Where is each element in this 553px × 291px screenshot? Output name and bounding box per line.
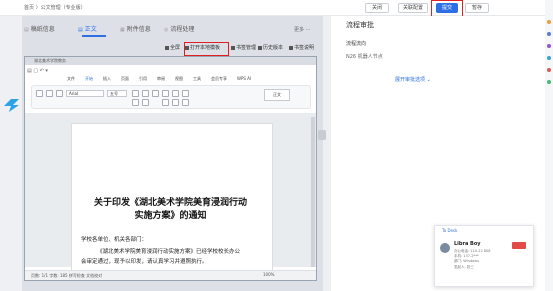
bookmark-desc-label: 书签说明 [294, 45, 315, 51]
contact-card-popup [434, 225, 534, 287]
app-shortcut-icon[interactable] [547, 68, 551, 72]
popup-header: To Desk [442, 228, 458, 233]
app-shortcut-icon[interactable] [547, 56, 551, 60]
attachment-icon: ▦ [120, 27, 125, 33]
flow-direction-label: 流程流向 [346, 41, 367, 47]
fullscreen-label: 全屏 [170, 45, 181, 51]
doc-title-line2: 实施方案》的通知 [134, 211, 207, 221]
tab-label: 附件信息 [126, 26, 151, 33]
expand-options-link[interactable]: 展开审批选项 ⌄ [395, 76, 431, 83]
ribbon-tab-references[interactable]: 引用 [139, 76, 147, 82]
underline-icon[interactable] [152, 90, 159, 97]
doc-paragraph: 会审定通过，现予以印发，请认真学习并遵照执行。 [81, 259, 208, 265]
paste-icon[interactable] [36, 90, 43, 97]
zoom-level[interactable]: 100% [263, 272, 274, 277]
paragraph-style-select[interactable]: 正文 [264, 89, 290, 101]
align-left-icon[interactable] [162, 99, 169, 106]
doc-salutation: 学校各单位、机关各部门： [81, 237, 148, 243]
app-shortcut-icon[interactable] [547, 80, 551, 84]
tab-bar: ▤ 稿纸信息 ▤ 正文 ▦ 附件信息 ◎ 流程处理 [24, 24, 318, 37]
history-label: 历史版本 [263, 45, 284, 51]
bookmark-manage-label: 书签管理 [236, 45, 257, 51]
bookmark-manage-button[interactable]: 书签管理 [231, 44, 256, 51]
ribbon-tab-member[interactable]: 会员专享 [211, 76, 227, 82]
document-editor-window: 湖北美术学院教务 ▤ ▢ ↶ ▾ 文件 开始 插入 页面 引用 审阅 视图 工具… [24, 56, 317, 281]
ribbon-tab-tools[interactable]: 工具 [193, 76, 201, 82]
send-message-button[interactable] [512, 242, 526, 249]
ribbon-tab-page[interactable]: 页面 [121, 76, 129, 82]
close-button[interactable]: 关闭 [365, 3, 389, 13]
highlight-icon[interactable] [142, 99, 149, 106]
contact-detail: 发起人: 张三 [454, 265, 474, 269]
bold-icon[interactable] [132, 90, 139, 97]
cut-icon[interactable] [46, 90, 53, 97]
collapse-arrow-icon[interactable] [318, 130, 326, 140]
ribbon-tabs: 文件 开始 插入 页面 引用 审阅 视图 工具 会员专享 WPS AI [25, 75, 316, 83]
italic-icon[interactable] [142, 90, 149, 97]
ribbon-tab-view[interactable]: 视图 [175, 76, 183, 82]
ribbon-tab-file[interactable]: 文件 [67, 76, 75, 82]
active-tab-indicator [82, 35, 106, 37]
fullscreen-button[interactable]: 全屏 [165, 44, 180, 51]
font-size-select[interactable]: 五号 [107, 90, 127, 97]
numbered-list-icon[interactable] [172, 90, 179, 97]
tab-label: 流程处理 [170, 26, 195, 33]
open-template-highlight-box [184, 42, 229, 56]
align-right-icon[interactable] [182, 99, 189, 106]
contact-detail: 部门: Windows [454, 259, 479, 263]
tab-attachments[interactable]: ▦ 附件信息 [120, 24, 151, 33]
breadcrumb[interactable]: 首页 〉公文管理（专业版） [24, 4, 86, 11]
bookmark-icon [231, 45, 235, 50]
format-painter-icon[interactable] [56, 90, 63, 97]
bullet-list-icon[interactable] [162, 90, 169, 97]
ribbon-toolbar: Arial 五号 正文 [31, 85, 311, 109]
panel-title: 流程审批 [346, 21, 374, 29]
bookmark-desc-button[interactable]: 书签说明 [289, 44, 314, 51]
panel-divider [323, 16, 331, 291]
more-menu[interactable]: 更多 ··· [294, 26, 310, 33]
tab-label: 稿纸信息 [30, 26, 55, 33]
quick-access-toolbar[interactable]: ▤ ▢ ↶ ▾ [27, 68, 48, 74]
doc-paragraph: 《湖北美术学院美育浸润行动实施方案》已经学校校长办公 [97, 249, 241, 255]
avatar[interactable] [440, 243, 450, 253]
align-center-icon[interactable] [172, 99, 179, 106]
editor-title-bar: 湖北美术学院教务 [25, 57, 316, 65]
fullscreen-icon [165, 45, 169, 50]
indent-icon[interactable] [182, 90, 189, 97]
ribbon-tab-wps-ai[interactable]: WPS AI [237, 76, 251, 81]
ribbon-tab-insert[interactable]: 插入 [103, 76, 111, 82]
app-shortcut-icon[interactable] [547, 44, 551, 48]
font-family-select[interactable]: Arial [66, 90, 104, 97]
flow-icon: ◎ [164, 27, 169, 33]
history-icon [258, 45, 262, 50]
related-config-button[interactable]: 关联配置 [398, 3, 428, 13]
ribbon-tab-home[interactable]: 开始 [85, 76, 93, 82]
ribbon-tab-review[interactable]: 审阅 [157, 76, 165, 82]
left-sidebar [0, 16, 22, 291]
tab-body-text[interactable]: ▤ 正文 [78, 24, 97, 33]
history-version-button[interactable]: 历史版本 [258, 44, 283, 51]
contact-name: Libra Boy [454, 241, 481, 247]
document-icon: ▤ [24, 27, 29, 33]
app-shortcut-icon[interactable] [547, 20, 551, 24]
app-shortcut-icon[interactable] [547, 32, 551, 36]
document-icon: ▤ [78, 27, 83, 33]
tab-flow-process[interactable]: ◎ 流程处理 [164, 24, 194, 33]
font-color-icon[interactable] [132, 99, 139, 106]
tab-draft-info[interactable]: ▤ 稿纸信息 [24, 24, 55, 33]
info-icon [289, 45, 293, 50]
doc-title-line1: 关于印发《湖北美术学院美育浸润行动 [93, 198, 247, 208]
vertical-scrollbar[interactable] [311, 117, 315, 267]
app-logo-icon[interactable] [3, 98, 20, 113]
flow-direction-value[interactable]: N26 机器人节点 [346, 53, 383, 60]
tab-label: 正文 [84, 26, 97, 33]
save-draft-button[interactable]: 暂存 [465, 3, 489, 13]
